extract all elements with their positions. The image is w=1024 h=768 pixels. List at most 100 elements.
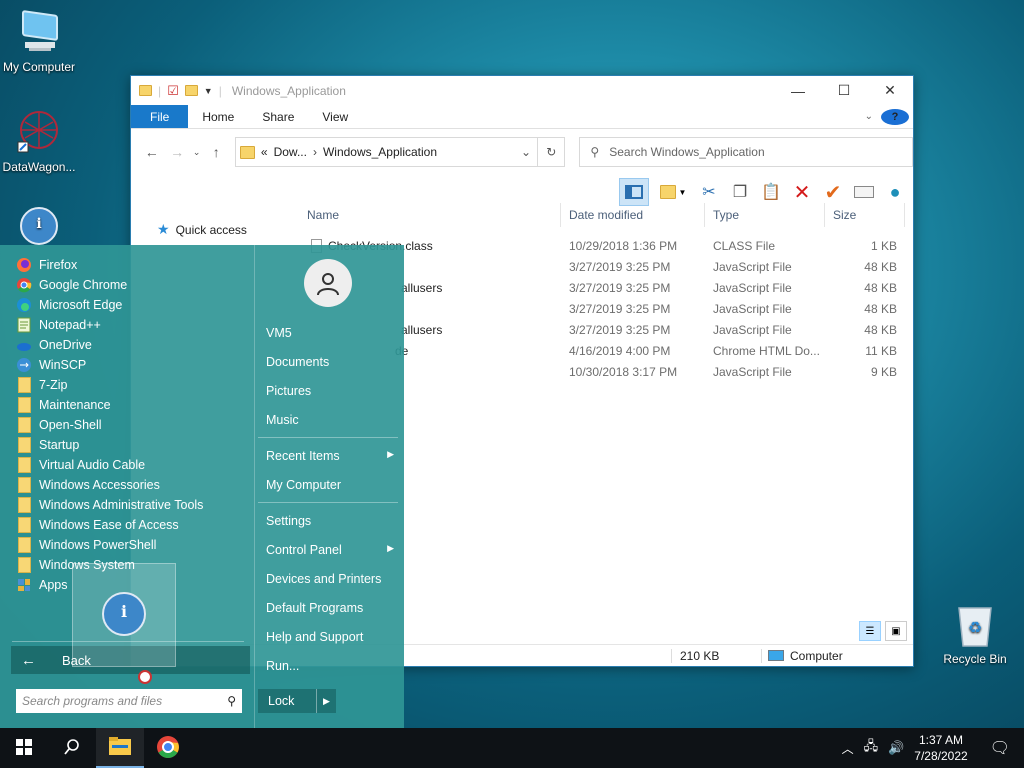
- expand-ribbon-icon[interactable]: ⌄: [865, 111, 873, 122]
- program-item-windows-admin-tools[interactable]: Windows Administrative Tools: [16, 495, 203, 515]
- copy-icon[interactable]: ❐: [728, 180, 752, 204]
- menu-item-recent-items[interactable]: Recent Items ▶: [266, 449, 398, 463]
- menu-item-music[interactable]: Music: [266, 413, 398, 427]
- program-item-virtual-audio-cable[interactable]: Virtual Audio Cable: [16, 455, 203, 475]
- menu-item-pictures[interactable]: Pictures: [266, 384, 398, 398]
- details-view-icon[interactable]: ☰: [859, 621, 881, 641]
- menu-item-default-programs[interactable]: Default Programs: [266, 601, 398, 615]
- dragged-tile[interactable]: i: [72, 563, 176, 667]
- clock-time: 1:37 AM: [918, 733, 963, 747]
- menu-item-control-panel[interactable]: Control Panel ▶: [266, 543, 398, 557]
- chevron-right-icon[interactable]: ▶: [316, 689, 336, 713]
- folder-icon: [139, 85, 152, 96]
- program-item-onedrive[interactable]: OneDrive: [16, 335, 203, 355]
- globe-icon[interactable]: ●: [883, 180, 907, 204]
- desktop-icon-info[interactable]: i: [0, 206, 81, 250]
- column-header-size[interactable]: Size: [825, 203, 905, 227]
- menu-item-help-support[interactable]: Help and Support: [266, 630, 398, 644]
- column-header-type[interactable]: Type: [705, 203, 825, 227]
- program-item-maintenance[interactable]: Maintenance: [16, 395, 203, 415]
- program-item-firefox[interactable]: Firefox: [16, 255, 203, 275]
- taskbar-search-button[interactable]: [48, 728, 96, 768]
- program-item-windows-powershell[interactable]: Windows PowerShell: [16, 535, 203, 555]
- program-item-edge[interactable]: Microsoft Edge: [16, 295, 203, 315]
- start-button[interactable]: [0, 728, 48, 768]
- program-item-notepadpp[interactable]: Notepad++: [16, 315, 203, 335]
- program-item-7zip[interactable]: 7-Zip: [16, 375, 203, 395]
- program-item-open-shell[interactable]: Open-Shell: [16, 415, 203, 435]
- minimize-button[interactable]: —: [775, 76, 821, 105]
- program-item-chrome[interactable]: Google Chrome: [16, 275, 203, 295]
- status-location-label: Computer: [790, 648, 843, 663]
- address-overflow[interactable]: «: [261, 145, 268, 159]
- lock-button[interactable]: Lock ▶: [258, 689, 336, 713]
- desktop-icon-datawagon[interactable]: DataWagon...: [0, 108, 81, 174]
- rename-icon[interactable]: [852, 180, 876, 204]
- tab-share[interactable]: Share: [248, 105, 308, 128]
- clock[interactable]: 1:37 AM 7/28/2022: [914, 732, 967, 764]
- up-arrow-icon[interactable]: ↑: [204, 144, 229, 160]
- menu-item-settings[interactable]: Settings: [266, 514, 398, 528]
- notifications-icon[interactable]: 🗨: [990, 738, 1010, 758]
- desktop-icon-recycle-bin[interactable]: ♻ Recycle Bin: [933, 600, 1017, 666]
- column-header-name[interactable]: Name: [299, 203, 561, 227]
- recent-locations-icon[interactable]: ⌄: [190, 147, 204, 158]
- properties-icon[interactable]: ☑: [167, 83, 179, 99]
- new-folder-icon[interactable]: [184, 85, 198, 96]
- address-bar[interactable]: « Dow... › Windows_Application ⌄: [234, 137, 539, 167]
- search-programs-input[interactable]: Search programs and files ⚲: [16, 689, 242, 713]
- title-bar[interactable]: | ☑ ▼ | Windows_Application — ☐ ✕: [131, 76, 913, 105]
- tab-view[interactable]: View: [308, 105, 362, 128]
- nav-quick-access[interactable]: ★ Quick access: [157, 221, 247, 238]
- customize-qat-icon[interactable]: ▼: [204, 86, 213, 96]
- menu-item-run[interactable]: Run...: [266, 659, 398, 673]
- network-icon[interactable]: 🖧: [864, 737, 879, 759]
- chevron-up-icon[interactable]: ︿: [842, 740, 854, 757]
- help-icon[interactable]: ?: [881, 108, 909, 125]
- search-input[interactable]: ⚲ Search Windows_Application: [579, 137, 913, 167]
- checkmark-icon[interactable]: ✔: [821, 180, 845, 204]
- properties-folder-icon[interactable]: ▼: [656, 180, 690, 204]
- maximize-button[interactable]: ☐: [821, 76, 867, 105]
- tab-file[interactable]: File: [131, 105, 189, 128]
- forward-arrow-icon[interactable]: →: [164, 144, 189, 160]
- breadcrumb-windows-application[interactable]: Windows_Application: [323, 145, 437, 159]
- search-icon: ⚲: [590, 145, 600, 159]
- column-header-date[interactable]: Date modified: [561, 203, 705, 227]
- taskbar-file-explorer[interactable]: [96, 728, 144, 768]
- folder-icon: [16, 557, 32, 573]
- program-item-windows-ease-of-access[interactable]: Windows Ease of Access: [16, 515, 203, 535]
- svg-text:i: i: [36, 216, 41, 232]
- taskbar-chrome[interactable]: [144, 728, 192, 768]
- file-type: JavaScript File: [713, 280, 792, 295]
- folder-icon: [16, 417, 32, 433]
- program-list: Firefox Google Chrome Microsoft Edge Not…: [16, 255, 203, 595]
- desktop-icon-my-computer[interactable]: My Computer: [0, 8, 81, 74]
- close-button[interactable]: ✕: [867, 76, 913, 105]
- breadcrumb-downloads[interactable]: Dow...: [274, 145, 307, 159]
- program-item-startup[interactable]: Startup: [16, 435, 203, 455]
- cut-icon[interactable]: ✂: [697, 180, 721, 204]
- menu-item-devices-printers[interactable]: Devices and Printers: [266, 572, 398, 586]
- tab-home[interactable]: Home: [188, 105, 248, 128]
- program-item-windows-accessories[interactable]: Windows Accessories: [16, 475, 203, 495]
- breadcrumb-separator[interactable]: ›: [313, 145, 317, 159]
- large-icons-view-icon[interactable]: ▣: [885, 621, 907, 641]
- volume-icon[interactable]: 🔊: [888, 740, 904, 756]
- refresh-icon[interactable]: ↻: [538, 137, 566, 167]
- folder-icon: [239, 145, 255, 159]
- chevron-down-icon[interactable]: ⌄: [515, 145, 537, 159]
- program-item-winscp[interactable]: WinSCP: [16, 355, 203, 375]
- file-type: JavaScript File: [713, 301, 792, 316]
- paste-icon[interactable]: 📋: [759, 180, 783, 204]
- folder-icon: [16, 377, 32, 393]
- avatar[interactable]: [304, 259, 352, 307]
- preview-pane-icon[interactable]: [619, 178, 649, 206]
- menu-item-user[interactable]: VM5: [266, 326, 398, 340]
- back-arrow-icon[interactable]: ←: [139, 144, 164, 160]
- delete-icon[interactable]: ✕: [790, 180, 814, 204]
- clock-date: 7/28/2022: [914, 749, 968, 763]
- menu-item-documents[interactable]: Documents: [266, 355, 398, 369]
- menu-item-my-computer[interactable]: My Computer: [266, 478, 398, 492]
- file-size: 48 KB: [864, 322, 897, 337]
